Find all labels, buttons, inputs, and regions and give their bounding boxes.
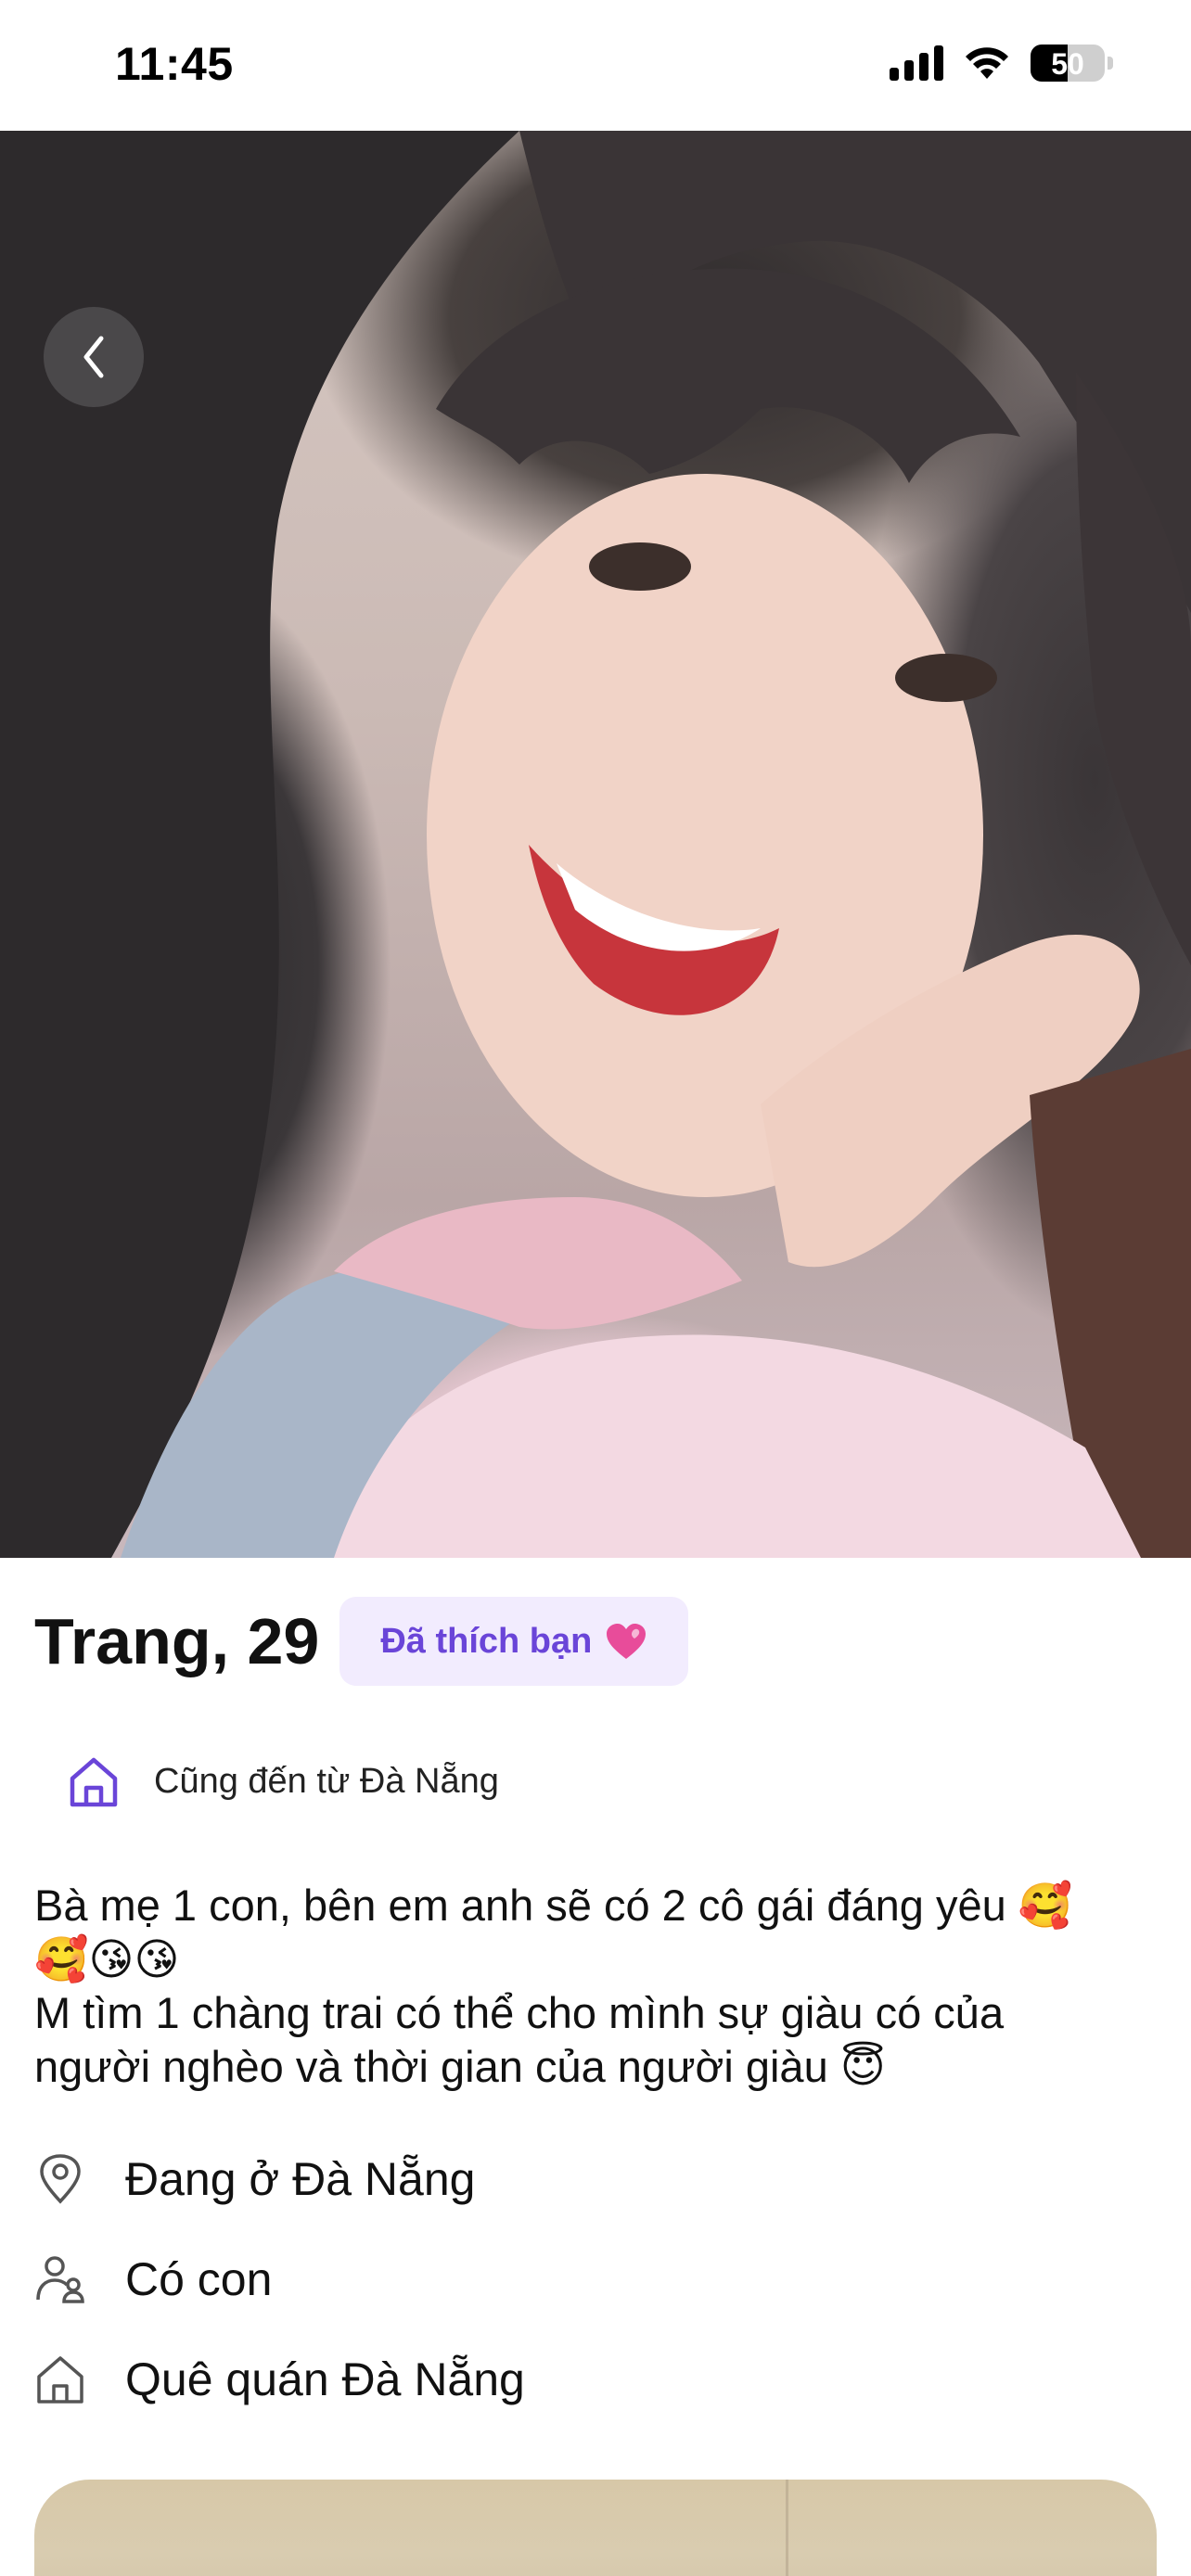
parent-child-icon [34,2253,86,2305]
battery-icon: 50 [1031,45,1105,82]
home-icon [70,1757,118,1807]
detail-label: Có con [125,2253,273,2305]
cellular-signal-icon [890,45,943,81]
home-icon [34,2353,86,2405]
wifi-icon [966,47,1008,79]
detail-label: Quê quán Đà Nẵng [125,2353,525,2405]
bio-line: 🥰😘😘 [34,1934,180,1983]
profile-photo-illustration [0,131,1191,1558]
detail-hometown: Quê quán Đà Nẵng [34,2329,1147,2429]
liked-you-badge: Đã thích bạn [339,1597,689,1686]
back-button[interactable] [44,307,144,407]
detail-current-location: Đang ở Đà Nẵng [34,2129,1147,2229]
battery-percentage: 50 [1051,47,1084,81]
detail-label: Đang ở Đà Nẵng [125,2153,476,2205]
status-bar: 11:45 50 [0,0,1191,131]
bio-line: Bà mẹ 1 con, bên em anh sẽ có 2 cô gái đ… [34,1881,1073,1930]
profile-name-age: Trang, 29 [34,1605,320,1677]
bio-line: người nghèo và thời gian của người giàu … [34,2042,886,2091]
hearts-icon [607,1624,647,1659]
next-profile-photo [34,2480,1157,2576]
profile-bio: Bà mẹ 1 con, bên em anh sẽ có 2 cô gái đ… [34,1879,1166,2094]
location-pin-icon [34,2153,86,2205]
profile-details: Đang ở Đà Nẵng Có con Quê quán Đà Nẵng [34,2129,1147,2429]
status-icons: 50 [890,45,1113,82]
profile-photo [0,131,1191,1558]
detail-children: Có con [34,2229,1147,2329]
status-time: 11:45 [115,38,234,90]
chevron-left-icon [83,336,104,378]
liked-you-label: Đã thích bạn [380,1621,593,1661]
bio-line: M tìm 1 chàng trai có thể cho mình sự gi… [34,1988,1005,2037]
shared-hometown-label: Cũng đến từ Đà Nẵng [154,1761,499,1801]
name-row: Trang, 29 Đã thích bạn [34,1597,689,1686]
shared-hometown-tag: Cũng đến từ Đà Nẵng [65,1753,499,1810]
